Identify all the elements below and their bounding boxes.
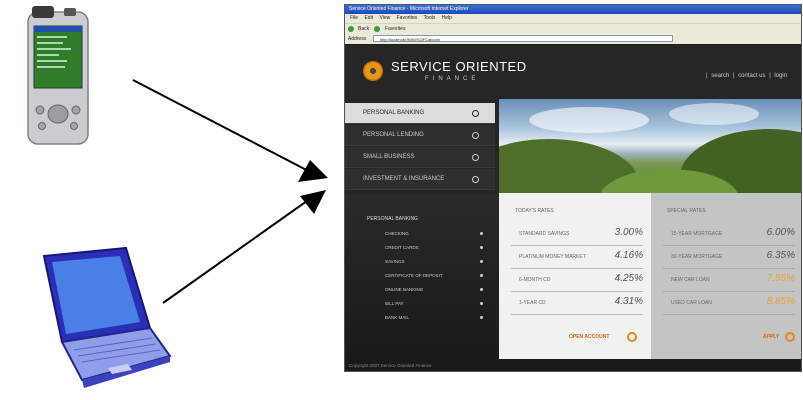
arrow-laptop-to-browser (162, 195, 315, 304)
rate-value: 6.00% (766, 227, 795, 238)
special-rates-panel: SPECIAL RATES 15-YEAR MORTGAGE 6.00% 30-Y… (651, 193, 801, 359)
rate-label: STANDARD SAVINGS (519, 231, 570, 237)
bullet-icon (480, 302, 483, 305)
hero-landscape-image (499, 99, 801, 193)
window-title: Service Oriented Finance - Microsoft Int… (345, 5, 801, 14)
menu-tools[interactable]: Tools (424, 15, 436, 21)
rate-row: 1-YEAR CD 4.31% (511, 292, 643, 315)
logo-sun-icon (363, 61, 383, 81)
nav-personal-banking[interactable]: PERSONAL BANKING (345, 103, 495, 124)
submenu-label: CREDIT CARDS (385, 245, 419, 250)
rate-value: 6.35% (766, 250, 795, 261)
apply-button[interactable]: APPLY (763, 334, 779, 340)
rate-label: 1-YEAR CD (519, 300, 546, 306)
address-bar: Address http://localhost:9080/SOFCatcom/ (345, 34, 801, 44)
back-button[interactable]: Back (358, 26, 369, 32)
rate-row: PLATINUM MONEY MARKET 4.16% (511, 246, 643, 269)
rate-row: 6-MONTH CD 4.25% (511, 269, 643, 292)
submenu-cd[interactable]: CERTIFICATE OF DEPOSIT (385, 273, 493, 278)
bullet-icon (480, 260, 483, 263)
rate-row: 30-YEAR MORTGAGE 6.35% (663, 246, 795, 269)
open-account-icon[interactable] (627, 332, 637, 342)
rate-value: 4.16% (614, 250, 643, 261)
sep: | (706, 73, 708, 79)
sep: | (769, 73, 771, 79)
contact-link[interactable]: contact us (738, 73, 765, 79)
site-footer: Copyright 2007 Service Oriented Finance (345, 359, 801, 371)
brand-subtitle: FINANCE (425, 76, 480, 82)
open-account-button[interactable]: OPEN ACCOUNT (569, 334, 609, 340)
forward-icon[interactable] (373, 25, 380, 32)
nav-label: PERSONAL BANKING (363, 110, 425, 116)
todays-rates-panel: TODAY'S RATES STANDARD SAVINGS 3.00% PLAT… (499, 193, 651, 359)
menu-help[interactable]: Help (442, 15, 452, 21)
menu-edit[interactable]: Edit (364, 15, 373, 21)
circle-icon (472, 132, 479, 139)
apply-icon[interactable] (785, 332, 795, 342)
top-nav: | search | contact us | login (705, 73, 788, 79)
submenu-heading: PERSONAL BANKING (367, 216, 418, 222)
bullet-icon (480, 232, 483, 235)
circle-icon (472, 176, 479, 183)
rate-value: 7.55% (766, 273, 795, 284)
submenu-savings[interactable]: SAVINGS (385, 259, 493, 264)
browser-window: Service Oriented Finance - Microsoft Int… (344, 4, 802, 372)
website: SERVICE ORIENTED FINANCE | search | cont… (345, 45, 801, 371)
nav-label: SMALL BUSINESS (363, 154, 415, 160)
nav-label: PERSONAL LENDING (363, 132, 424, 138)
bullet-icon (480, 316, 483, 319)
rate-value: 3.00% (614, 227, 643, 238)
rate-value: 4.31% (614, 296, 643, 307)
submenu-bill-pay[interactable]: BILL PAY (385, 301, 493, 306)
rate-value: 8.85% (766, 296, 795, 307)
submenu-online-banking[interactable]: ONLINE BANKING (385, 287, 493, 292)
menu-bar: File Edit View Favorites Tools Help (345, 14, 801, 23)
submenu-label: SAVINGS (385, 259, 405, 264)
menu-favorites[interactable]: Favorites (397, 15, 418, 21)
arrow-pda-to-browser (132, 79, 319, 177)
menu-file[interactable]: File (350, 15, 358, 21)
arrow-head-top-icon (298, 160, 328, 182)
sep: | (732, 73, 735, 79)
todays-rates-heading: TODAY'S RATES (515, 208, 554, 214)
rate-label: 6-MONTH CD (519, 277, 551, 283)
nav-personal-lending[interactable]: PERSONAL LENDING (345, 125, 495, 146)
rate-label: USED CAR LOAN (671, 300, 712, 306)
brand-name: SERVICE ORIENTED (391, 59, 527, 74)
submenu-label: BILL PAY (385, 301, 404, 306)
address-label: Address (348, 36, 367, 42)
favorites-button[interactable]: Favorites (385, 26, 406, 32)
search-link[interactable]: search (711, 73, 729, 79)
nav-label: INVESTMENT & INSURANCE (363, 176, 445, 182)
special-rates-heading: SPECIAL RATES (667, 208, 706, 214)
menu-view[interactable]: View (379, 15, 390, 21)
circle-icon (472, 110, 479, 117)
bullet-icon (480, 274, 483, 277)
submenu-credit-cards[interactable]: CREDIT CARDS (385, 245, 493, 250)
bullet-icon (480, 288, 483, 291)
login-link[interactable]: login (774, 73, 787, 79)
nav-investment-insurance[interactable]: INVESTMENT & INSURANCE (345, 169, 495, 190)
submenu-label: ONLINE BANKING (385, 287, 424, 292)
rate-label: NEW CAR LOAN (671, 277, 710, 283)
submenu-bank-mail[interactable]: BANK MAIL (385, 315, 493, 320)
submenu-label: CHECKING (385, 231, 409, 236)
address-input[interactable]: http://localhost:9080/SOFCatcom/ (373, 35, 673, 42)
rate-label: PLATINUM MONEY MARKET (519, 254, 586, 260)
rate-row: STANDARD SAVINGS 3.00% (511, 223, 643, 246)
rate-value: 4.25% (614, 273, 643, 284)
submenu-label: CERTIFICATE OF DEPOSIT (385, 273, 443, 278)
submenu-label: BANK MAIL (385, 315, 410, 320)
circle-icon (472, 154, 479, 161)
submenu-checking[interactable]: CHECKING (385, 231, 493, 236)
bullet-icon (480, 246, 483, 249)
rate-label: 30-YEAR MORTGAGE (671, 254, 723, 260)
personal-banking-submenu: PERSONAL BANKING CHECKING CREDIT CARDS S… (345, 193, 499, 359)
rate-row: USED CAR LOAN 8.85% (663, 292, 795, 315)
rate-row: 15-YEAR MORTGAGE 6.00% (663, 223, 795, 246)
back-icon[interactable] (348, 25, 354, 32)
rate-label: 15-YEAR MORTGAGE (671, 231, 723, 237)
nav-small-business[interactable]: SMALL BUSINESS (345, 147, 495, 168)
rate-row: NEW CAR LOAN 7.55% (663, 269, 795, 292)
